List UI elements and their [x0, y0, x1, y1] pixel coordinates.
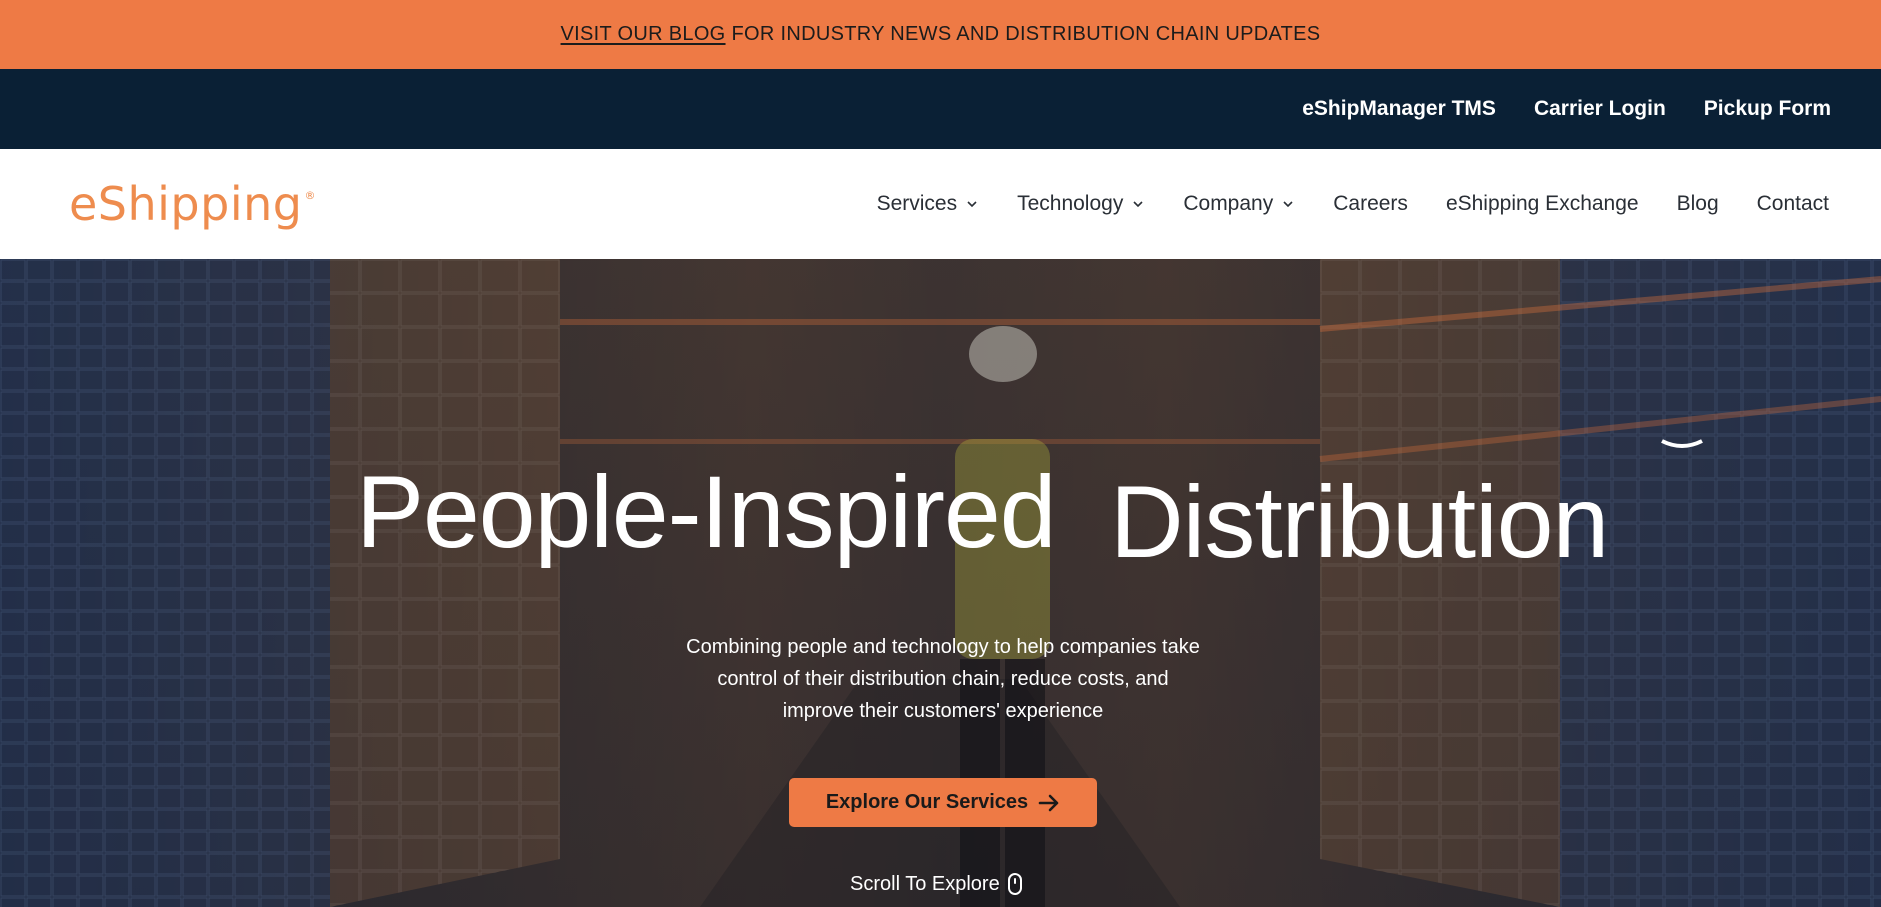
main-header: eShipping ® Services Technology Company … — [0, 149, 1881, 259]
nav-services[interactable]: Services — [877, 192, 980, 216]
logo-text: eShipping — [69, 177, 303, 231]
hero-title: People-Inspired Distribution — [0, 454, 1881, 579]
page: VISIT OUR BLOG FOR INDUSTRY NEWS AND DIS… — [0, 0, 1881, 907]
nav-careers-label: Careers — [1333, 192, 1408, 215]
hero-section: People-Inspired Distribution Combining p… — [0, 259, 1881, 907]
scroll-to-explore[interactable]: Scroll To Explore — [850, 869, 1022, 899]
nav-company-label: Company — [1183, 192, 1274, 215]
nav-technology[interactable]: Technology — [1017, 192, 1145, 216]
nav-company[interactable]: Company — [1183, 192, 1295, 216]
nav-blog-label: Blog — [1676, 192, 1719, 215]
hero-subtitle: Combining people and technology to help … — [640, 631, 1246, 727]
arrow-right-icon — [1038, 794, 1059, 811]
eshipping-logo[interactable]: eShipping ® — [69, 177, 316, 231]
explore-services-button[interactable]: Explore Our Services — [789, 778, 1097, 827]
hero-title-word-2: Distribution — [1110, 465, 1609, 579]
pickup-form-link[interactable]: Pickup Form — [1704, 97, 1831, 121]
announcement-text: FOR INDUSTRY NEWS AND DISTRIBUTION CHAIN… — [731, 23, 1321, 45]
primary-nav: Services Technology Company Careers eShi… — [877, 192, 1829, 216]
chevron-down-icon — [1133, 201, 1143, 208]
chevron-down-icon — [1283, 201, 1293, 208]
scroll-to-explore-label: Scroll To Explore — [850, 872, 1000, 895]
nav-eshipping-exchange-label: eShipping Exchange — [1445, 192, 1639, 215]
hero-subtitle-line: control of their distribution chain, red… — [717, 668, 1169, 690]
nav-services-label: Services — [876, 192, 958, 215]
visit-blog-link[interactable]: VISIT OUR BLOG — [561, 23, 726, 46]
carrier-login-link[interactable]: Carrier Login — [1534, 97, 1666, 121]
nav-blog[interactable]: Blog — [1677, 192, 1719, 216]
nav-contact[interactable]: Contact — [1757, 192, 1829, 216]
nav-technology-label: Technology — [1017, 192, 1124, 215]
logo-registered-mark: ® — [304, 189, 316, 202]
nav-eshipping-exchange[interactable]: eShipping Exchange — [1446, 192, 1639, 216]
chevron-down-icon — [967, 201, 977, 208]
explore-services-label: Explore Our Services — [825, 791, 1029, 813]
mouse-icon — [1007, 873, 1022, 895]
announcement-bar: VISIT OUR BLOG FOR INDUSTRY NEWS AND DIS… — [0, 0, 1881, 69]
hero-subtitle-line: Combining people and technology to help … — [686, 636, 1200, 658]
utility-nav: eShipManager TMS Carrier Login Pickup Fo… — [0, 69, 1881, 149]
hero-title-word-1: People-Inspired — [356, 455, 1056, 569]
eshipmanager-tms-link[interactable]: eShipManager TMS — [1302, 97, 1496, 121]
nav-contact-label: Contact — [1756, 192, 1829, 215]
nav-careers[interactable]: Careers — [1333, 192, 1408, 216]
hero-subtitle-line: improve their customers' experience — [782, 700, 1104, 722]
